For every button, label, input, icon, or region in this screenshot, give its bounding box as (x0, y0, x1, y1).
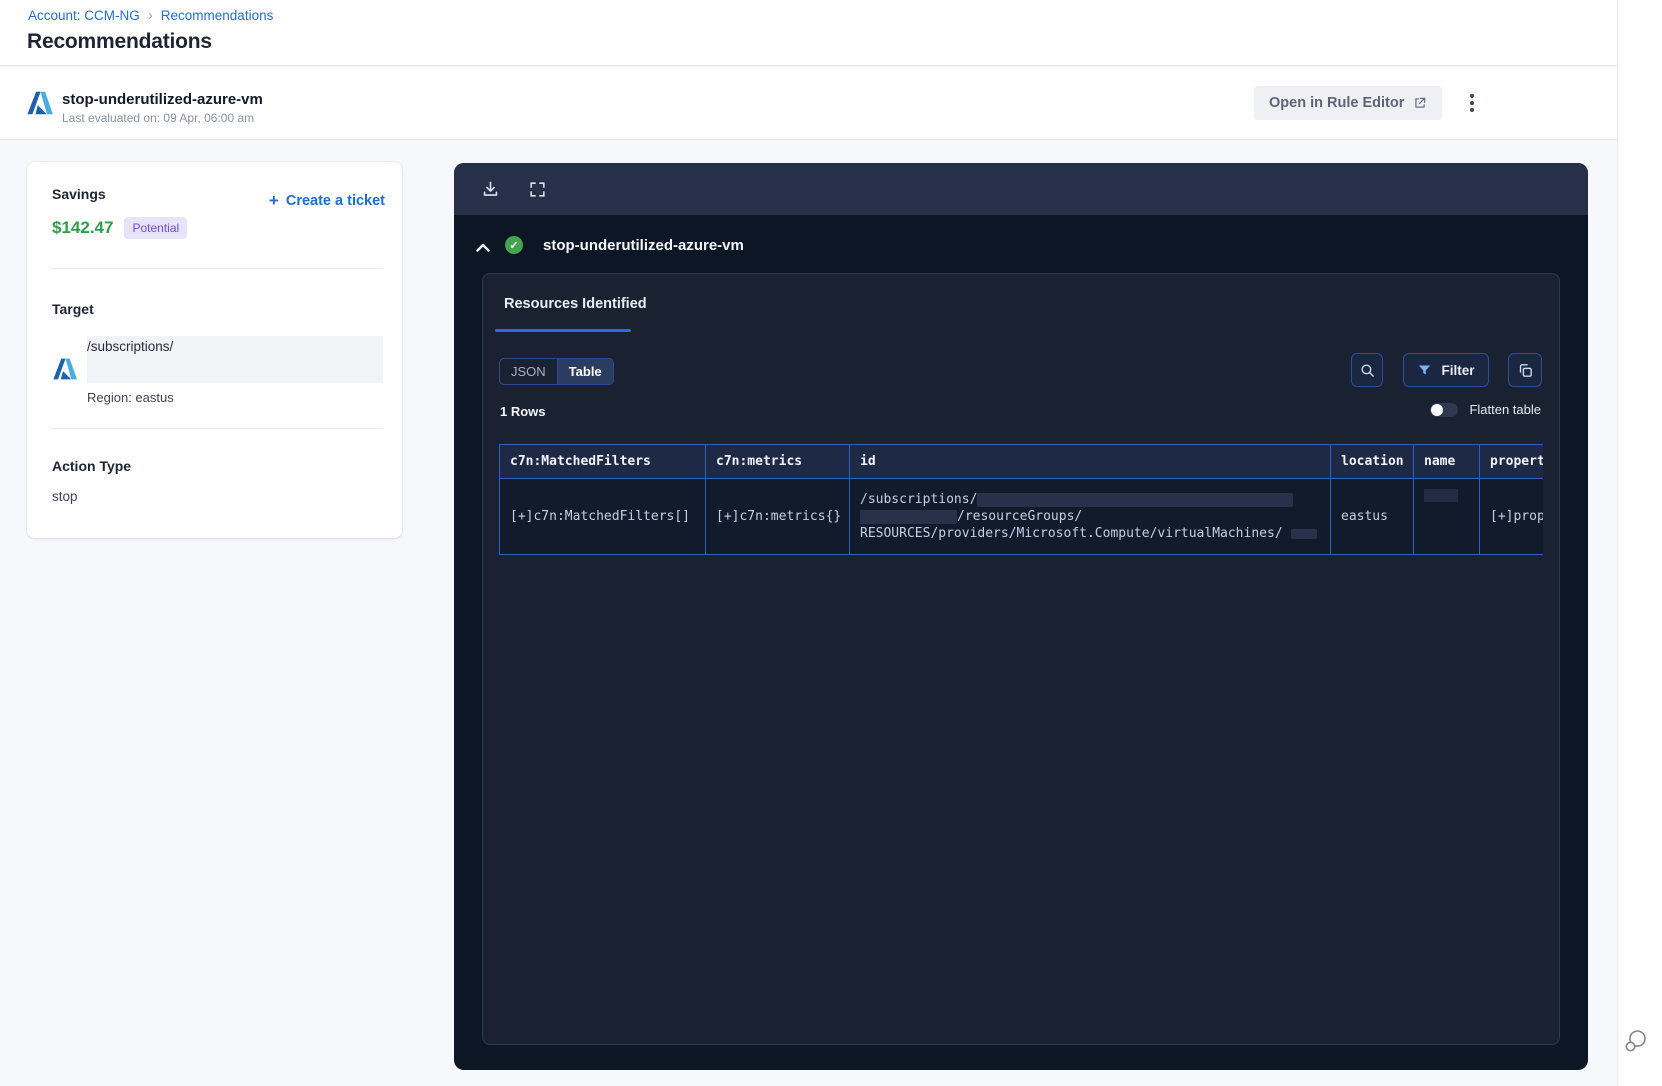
resources-table-container[interactable]: c7n:MatchedFilters c7n:metrics id locati… (499, 444, 1543, 557)
collapse-chevron-up-icon[interactable] (474, 239, 492, 255)
potential-badge: Potential (124, 217, 188, 239)
redacted-subscription-id (977, 492, 1294, 507)
divider (51, 428, 383, 429)
viewer-rule-title: stop-underutilized-azure-vm (543, 237, 744, 254)
view-mode-toggle: JSON Table (499, 358, 614, 385)
filter-button[interactable]: Filter (1403, 353, 1489, 387)
cell-metrics: [+]c7n:metrics{} (705, 478, 850, 555)
column-header-matched-filters: c7n:MatchedFilters (499, 444, 706, 479)
breadcrumb-recommendations-link[interactable]: Recommendations (161, 8, 274, 23)
recommendation-summary-card: Savings + Create a ticket $142.47 Potent… (27, 162, 402, 538)
flatten-table-toggle[interactable] (1430, 402, 1459, 417)
create-ticket-label: Create a ticket (285, 193, 385, 209)
cell-id: /subscriptions/ /resourceGroups/ RESOURC… (849, 478, 1331, 555)
chevron-right-icon: › (147, 7, 153, 24)
cell-properties: [+]properties{} (1479, 478, 1543, 555)
savings-label: Savings (52, 186, 106, 202)
cell-location: eastus (1330, 478, 1414, 555)
table-header-row: c7n:MatchedFilters c7n:metrics id locati… (499, 444, 1543, 479)
id-line1: /subscriptions/ (860, 492, 978, 507)
filter-button-label: Filter (1441, 362, 1475, 378)
open-in-rule-editor-button[interactable]: Open in Rule Editor (1254, 86, 1443, 120)
rule-name: stop-underutilized-azure-vm (62, 91, 263, 108)
more-options-kebab-icon[interactable] (1460, 91, 1484, 115)
rule-last-evaluated: Last evaluated on: 09 Apr, 06:00 am (62, 111, 255, 125)
view-mode-table[interactable]: Table (557, 359, 613, 384)
download-icon[interactable] (479, 178, 501, 200)
expand-properties[interactable]: [+]properties{} (1490, 509, 1543, 524)
target-label: Target (52, 301, 94, 317)
breadcrumb-account-link[interactable]: Account: CCM-NG (28, 8, 140, 23)
external-link-icon (1413, 96, 1427, 110)
fullscreen-icon[interactable] (526, 178, 548, 200)
action-type-value: stop (52, 489, 78, 504)
redacted-vm-name (1290, 528, 1317, 539)
cell-name (1413, 478, 1480, 555)
column-header-properties: properties (1479, 444, 1543, 479)
plus-icon: + (268, 191, 279, 210)
redacted-resource-group-prefix (860, 509, 957, 524)
id-line3: RESOURCES/providers/Microsoft.Compute/vi… (860, 526, 1283, 541)
column-header-metrics: c7n:metrics (705, 444, 850, 479)
rows-count: 1 Rows (500, 404, 546, 419)
right-rail (1617, 0, 1662, 1086)
page-header: Account: CCM-NG › Recommendations Recomm… (0, 0, 1617, 66)
success-check-icon: ✓ (505, 236, 523, 254)
search-button[interactable] (1351, 353, 1383, 387)
rule-header: stop-underutilized-azure-vm Last evaluat… (0, 67, 1617, 140)
flatten-table-label: Flatten table (1469, 402, 1541, 417)
table-row: [+]c7n:MatchedFilters[] [+]c7n:metrics{}… (499, 478, 1543, 555)
create-ticket-button[interactable]: + Create a ticket (268, 191, 385, 210)
target-region: Region: eastus (87, 390, 174, 405)
viewer-toolbar (454, 163, 1588, 215)
column-header-id: id (849, 444, 1331, 479)
view-mode-json[interactable]: JSON (500, 359, 558, 384)
column-header-name: name (1413, 444, 1480, 479)
page-title: Recommendations (27, 30, 212, 53)
resources-identified-panel: Resources Identified JSON Table Filter 1… (482, 273, 1560, 1045)
action-type-label: Action Type (52, 458, 132, 474)
filter-funnel-icon (1417, 363, 1432, 378)
divider (51, 268, 383, 269)
resources-table: c7n:MatchedFilters c7n:metrics id locati… (499, 444, 1543, 555)
expand-matched-filters[interactable]: [+]c7n:MatchedFilters[] (510, 509, 690, 524)
expand-metrics[interactable]: [+]c7n:metrics{} (716, 509, 841, 524)
tab-resources-identified[interactable]: Resources Identified (504, 296, 647, 312)
id-line2: /resourceGroups/ (957, 509, 1083, 524)
open-in-rule-editor-label: Open in Rule Editor (1269, 95, 1405, 111)
active-tab-underline (495, 329, 631, 332)
copy-button[interactable] (1508, 353, 1542, 387)
target-path-redacted-block: /subscriptions/ (87, 336, 383, 383)
chat-support-icon[interactable] (1623, 1028, 1649, 1054)
redacted-name (1424, 488, 1458, 502)
column-header-location: location (1330, 444, 1414, 479)
azure-icon (26, 89, 54, 117)
rule-output-panel: ✓ stop-underutilized-azure-vm Resources … (454, 163, 1588, 1070)
target-path: /subscriptions/ (87, 339, 174, 354)
azure-icon (52, 356, 78, 382)
cell-matched-filters: [+]c7n:MatchedFilters[] (499, 478, 706, 555)
breadcrumb: Account: CCM-NG › Recommendations (28, 8, 273, 23)
savings-amount: $142.47 (52, 218, 114, 237)
